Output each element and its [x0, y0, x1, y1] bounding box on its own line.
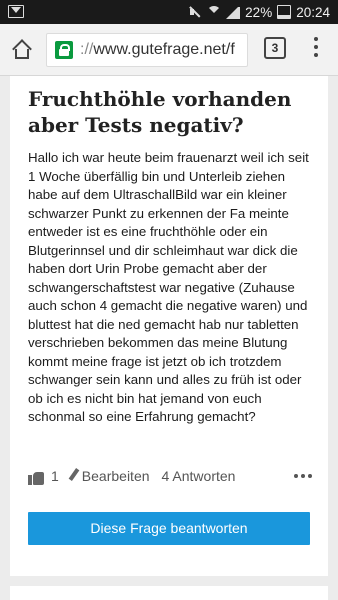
- battery-percent: 22%: [245, 4, 273, 20]
- mute-icon: [188, 5, 202, 19]
- question-title: Fruchthöhle vorhanden aber Tests negativ…: [28, 87, 292, 137]
- battery-icon: [277, 5, 292, 19]
- overflow-menu-button[interactable]: [306, 37, 326, 61]
- question-body: Hallo ich war heute beim frauenarzt weil…: [28, 150, 309, 424]
- browser-toolbar: ://www.gutefrage.net/f 3: [0, 24, 338, 76]
- edit-link[interactable]: Bearbeiten: [82, 468, 150, 484]
- thumbs-up-icon[interactable]: [28, 468, 45, 485]
- status-right: 22% 20:24: [188, 0, 330, 24]
- like-count: 1: [51, 468, 59, 484]
- gmail-notification-icon: [8, 5, 24, 18]
- answer-count[interactable]: 4 Antworten: [162, 468, 236, 484]
- home-button[interactable]: [9, 37, 35, 63]
- lock-icon: [55, 41, 73, 59]
- url-text: ://www.gutefrage.net/f: [80, 41, 235, 58]
- more-options-icon[interactable]: [294, 474, 314, 479]
- clock: 20:24: [296, 4, 330, 20]
- tab-switcher-button[interactable]: 3: [264, 37, 286, 59]
- status-bar: 22% 20:24: [0, 0, 338, 24]
- next-card: [10, 586, 328, 600]
- question-meta: 1 Bearbeiten 4 Antworten: [28, 464, 318, 488]
- pencil-icon[interactable]: [68, 468, 80, 484]
- answer-question-button[interactable]: Diese Frage beantworten: [28, 512, 310, 545]
- address-bar[interactable]: ://www.gutefrage.net/f: [46, 33, 248, 67]
- wifi-icon: [207, 6, 222, 20]
- question-card: Fruchthöhle vorhanden aber Tests negativ…: [10, 76, 328, 576]
- signal-icon: [226, 5, 241, 19]
